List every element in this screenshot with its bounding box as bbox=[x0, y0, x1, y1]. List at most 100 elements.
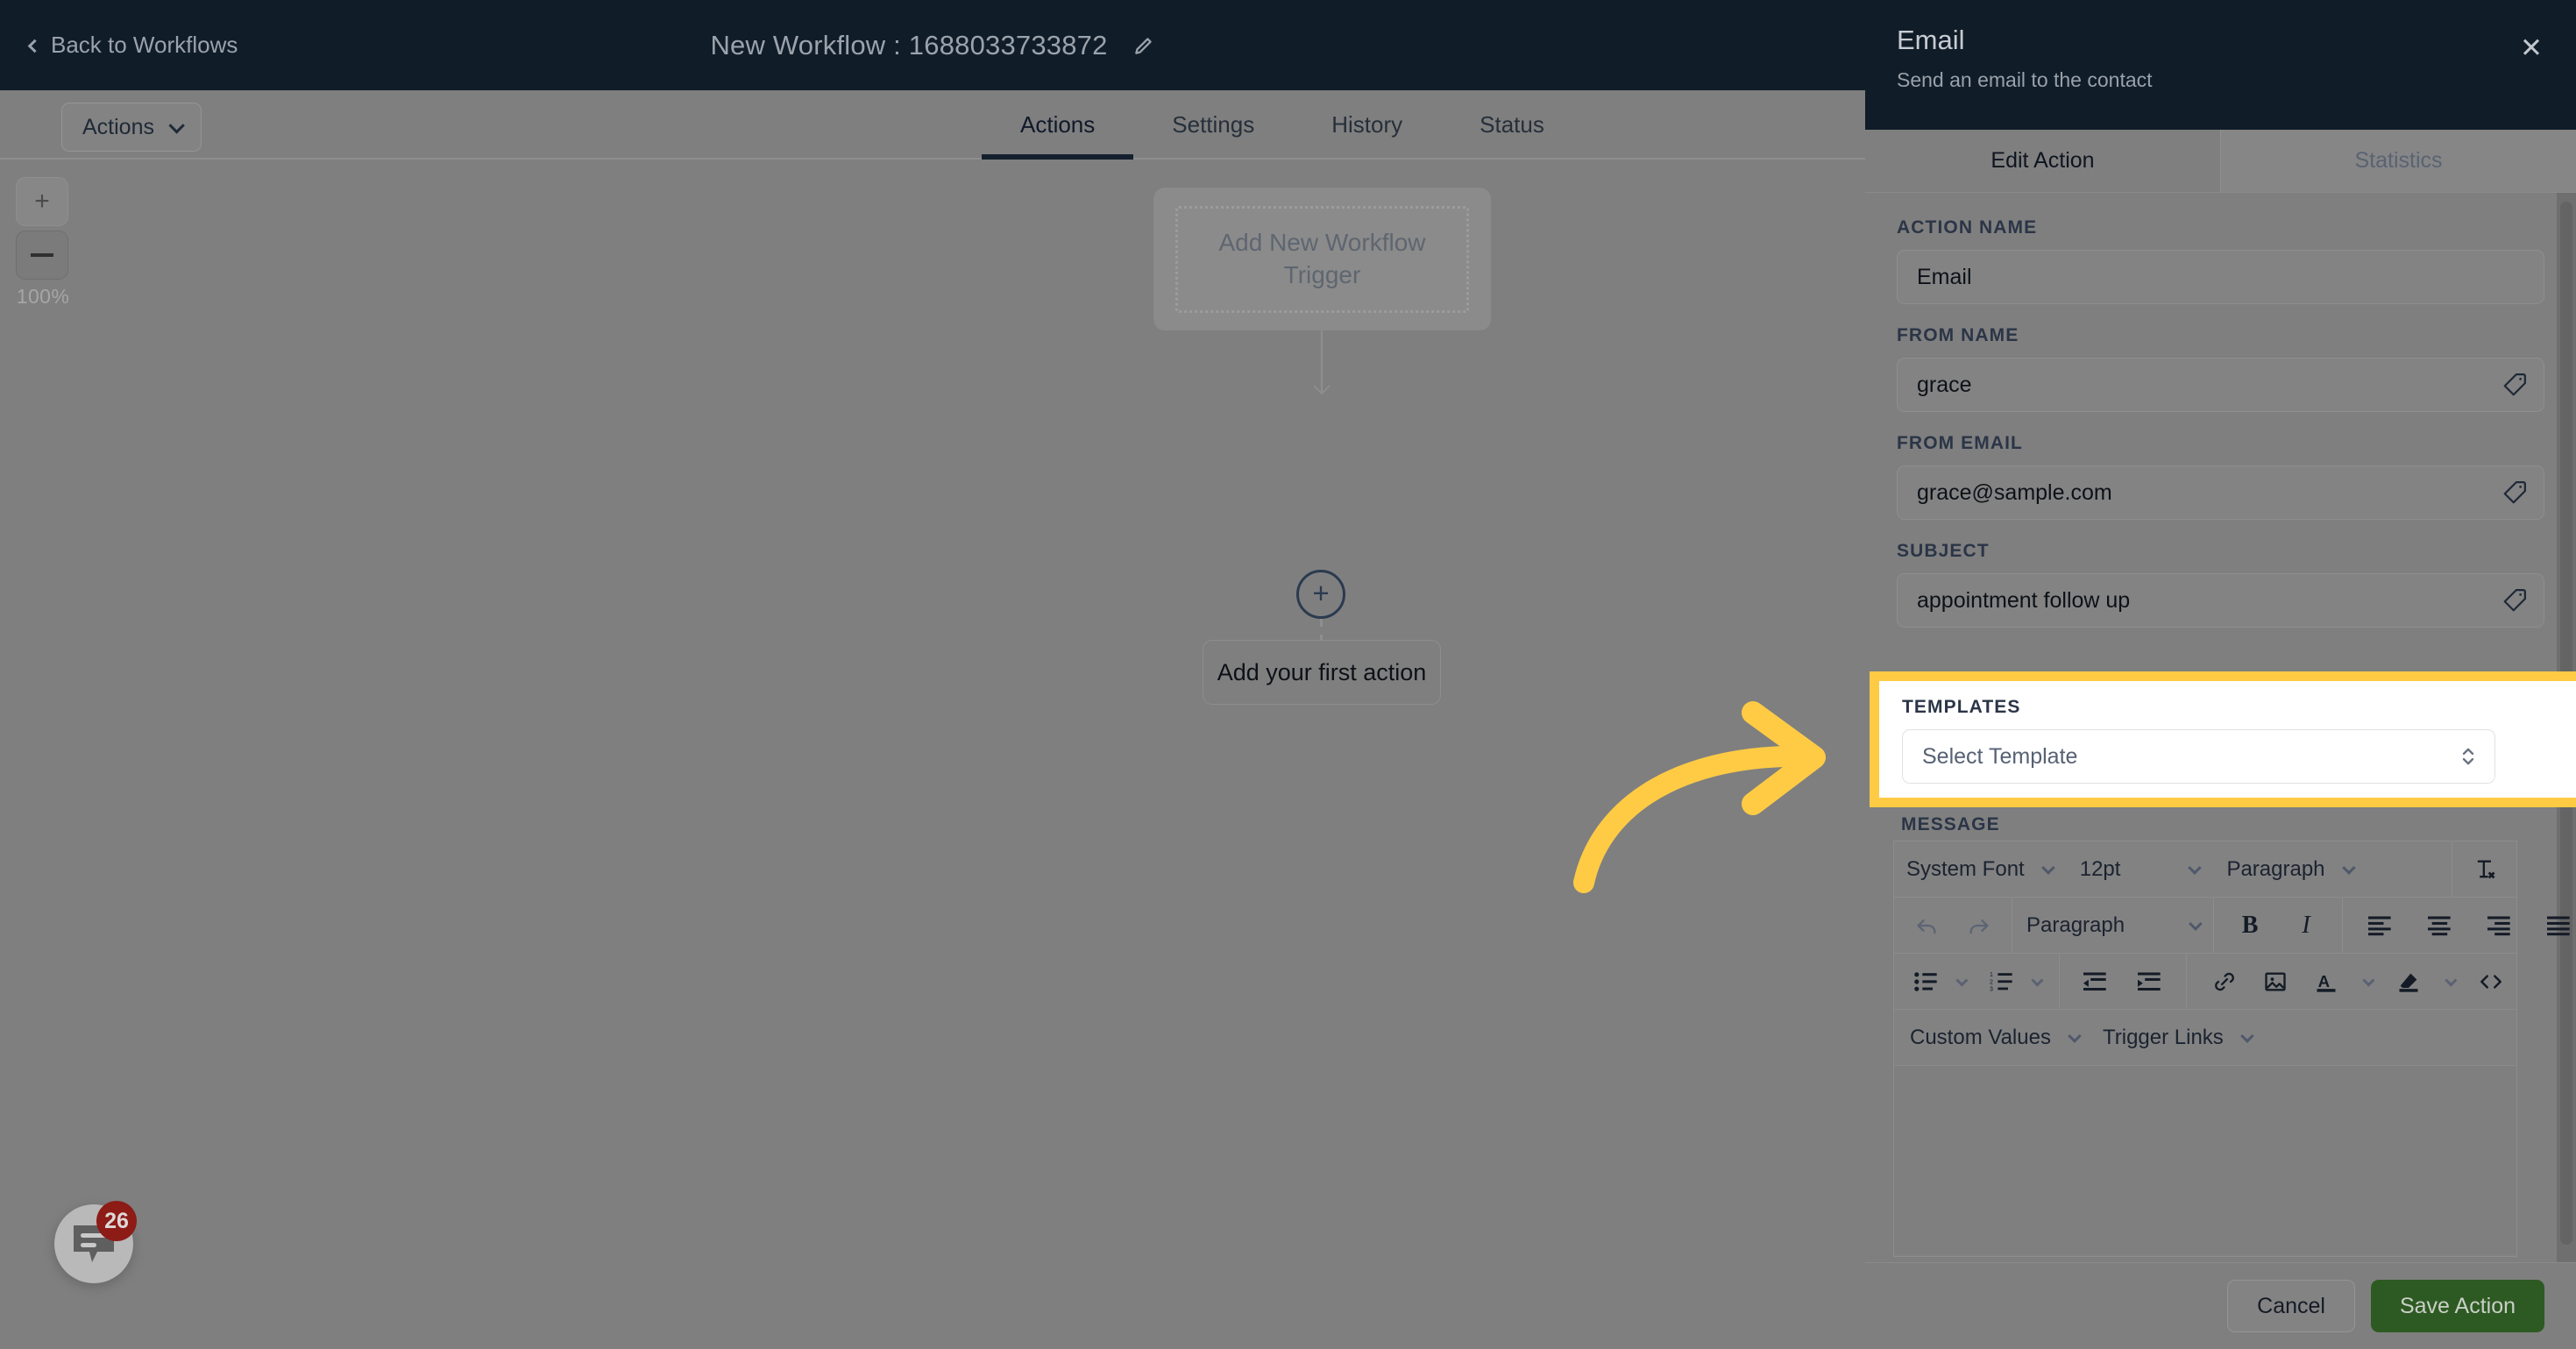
tab-edit-action[interactable]: Edit Action bbox=[1865, 130, 2220, 192]
minus-icon bbox=[31, 253, 53, 257]
tab-label: Statistics bbox=[2354, 148, 2443, 173]
align-center-icon[interactable] bbox=[2420, 905, 2460, 946]
trigger-links-label: Trigger Links bbox=[2102, 1025, 2224, 1049]
link-icon[interactable] bbox=[2204, 962, 2245, 1002]
text-color-icon[interactable]: A bbox=[2306, 962, 2346, 1002]
outdent-icon[interactable] bbox=[2076, 962, 2116, 1002]
bold-button[interactable]: B bbox=[2230, 905, 2270, 946]
custom-values-dropdown[interactable]: Custom Values bbox=[1910, 1026, 2082, 1050]
chevron-left-icon bbox=[27, 39, 42, 53]
align-left-icon[interactable] bbox=[2360, 905, 2401, 946]
trigger-links-dropdown[interactable]: Trigger Links bbox=[2102, 1025, 2254, 1050]
save-action-button[interactable]: Save Action bbox=[2370, 1280, 2544, 1332]
actions-dropdown-button[interactable]: Actions bbox=[61, 103, 202, 152]
template-select-value: Select Template bbox=[1922, 743, 2078, 769]
add-action-node-button[interactable]: + bbox=[1296, 570, 1345, 619]
editor-toolbar-row-3: 1 2 3 A bbox=[1894, 954, 2516, 1010]
bold-label: B bbox=[2241, 911, 2259, 939]
back-to-workflows-link[interactable]: Back to Workflows bbox=[27, 0, 238, 90]
chevron-down-icon bbox=[2040, 861, 2055, 875]
message-rich-text-editor: System Font 12pt Paragraph Paragraph B I… bbox=[1893, 841, 2570, 1257]
panel-title: Email bbox=[1897, 25, 1965, 55]
font-family-value: System Font bbox=[1906, 856, 2025, 881]
tab-history[interactable]: History bbox=[1293, 90, 1441, 160]
tab-statistics[interactable]: Statistics bbox=[2220, 130, 2576, 192]
workflow-canvas[interactable]: + 100% Add New Workflow Trigger + Add yo… bbox=[0, 160, 1865, 1349]
tab-actions[interactable]: Actions bbox=[982, 90, 1134, 160]
font-family-select[interactable]: System Font bbox=[1906, 856, 2055, 882]
block-format-select[interactable]: Paragraph bbox=[2026, 912, 2203, 938]
tab-settings[interactable]: Settings bbox=[1133, 90, 1293, 160]
tab-label: History bbox=[1331, 111, 1403, 138]
cancel-label: Cancel bbox=[2257, 1293, 2325, 1318]
from-email-input[interactable]: grace@sample.com bbox=[1897, 465, 2544, 520]
message-body-textarea[interactable] bbox=[1894, 1066, 2516, 1254]
font-size-value: 12pt bbox=[2079, 856, 2121, 881]
from-name-input[interactable]: grace bbox=[1897, 358, 2544, 412]
panel-header: Email Send an email to the contact ✕ bbox=[1865, 0, 2576, 130]
templates-label: TEMPLATES bbox=[1902, 697, 2021, 717]
templates-section-highlight: TEMPLATES Select Template bbox=[1870, 671, 2576, 807]
pencil-icon[interactable] bbox=[1132, 34, 1155, 57]
panel-tab-list: Edit Action Statistics bbox=[1865, 130, 2576, 193]
font-size-select[interactable]: 12pt bbox=[2079, 856, 2203, 882]
clear-formatting-icon[interactable] bbox=[2465, 849, 2504, 890]
redo-icon[interactable] bbox=[1959, 905, 1999, 946]
highlight-color-icon[interactable] bbox=[2388, 962, 2429, 1002]
tab-label: Actions bbox=[1020, 111, 1096, 138]
italic-button[interactable]: I bbox=[2286, 905, 2326, 946]
svg-text:3: 3 bbox=[1990, 986, 1993, 992]
add-first-action-card[interactable]: Add your first action bbox=[1203, 640, 1441, 705]
workflow-trigger-card[interactable]: Add New Workflow Trigger bbox=[1153, 188, 1491, 330]
italic-label: I bbox=[2302, 911, 2310, 939]
subject-label: SUBJECT bbox=[1897, 541, 1990, 561]
template-select[interactable]: Select Template bbox=[1902, 729, 2495, 784]
bullet-list-icon[interactable] bbox=[1906, 962, 1947, 1002]
chevron-down-icon bbox=[2188, 861, 2203, 875]
chevron-down-icon bbox=[2239, 1029, 2254, 1043]
chevron-down-icon bbox=[168, 117, 185, 134]
action-name-input[interactable]: Email bbox=[1897, 250, 2544, 304]
message-label: MESSAGE bbox=[1901, 814, 2000, 834]
cancel-button[interactable]: Cancel bbox=[2227, 1280, 2355, 1332]
subject-input[interactable]: appointment follow up bbox=[1897, 573, 2544, 628]
indent-icon[interactable] bbox=[2130, 962, 2170, 1002]
numbered-list-icon[interactable]: 1 2 3 bbox=[1982, 962, 2022, 1002]
save-label: Save Action bbox=[2399, 1293, 2516, 1318]
chat-support-widget[interactable]: 26 bbox=[54, 1201, 137, 1283]
zoom-out-button[interactable] bbox=[16, 231, 68, 280]
tag-icon[interactable] bbox=[2501, 587, 2528, 614]
block-format-value: Paragraph bbox=[2026, 912, 2125, 937]
undo-icon[interactable] bbox=[1906, 905, 1947, 946]
zoom-level-label: 100% bbox=[16, 285, 70, 308]
tab-status[interactable]: Status bbox=[1441, 90, 1583, 160]
page-title: New Workflow : 1688033733872 bbox=[710, 29, 1108, 60]
source-code-icon[interactable] bbox=[2471, 962, 2511, 1002]
image-icon[interactable] bbox=[2255, 962, 2296, 1002]
highlight-color-chevron-down-icon[interactable] bbox=[2439, 962, 2460, 1002]
templates-section: TEMPLATES Select Template bbox=[1879, 681, 2576, 798]
text-color-chevron-down-icon[interactable] bbox=[2357, 962, 2378, 1002]
close-icon[interactable]: ✕ bbox=[2516, 33, 2546, 63]
svg-text:1: 1 bbox=[1990, 972, 1993, 978]
panel-footer: Cancel Save Action bbox=[1865, 1262, 2576, 1349]
editor-toolbar-row-2: Paragraph B I bbox=[1894, 898, 2570, 954]
plus-circle-icon: + bbox=[1312, 577, 1330, 609]
connector-line-top bbox=[1321, 330, 1323, 392]
input-value: appointment follow up bbox=[1917, 587, 2131, 613]
plus-icon: + bbox=[34, 187, 50, 216]
bullet-list-options-chevron-down-icon[interactable] bbox=[1950, 962, 1971, 1002]
align-right-icon[interactable] bbox=[2480, 905, 2520, 946]
tag-icon[interactable] bbox=[2501, 479, 2528, 506]
workflow-tab-strip: Actions Actions Settings History Status bbox=[0, 90, 1865, 160]
block-format-select-top[interactable]: Paragraph bbox=[2226, 856, 2356, 882]
trigger-card-label: Add New Workflow Trigger bbox=[1175, 205, 1469, 313]
numbered-list-options-chevron-down-icon[interactable] bbox=[2026, 962, 2047, 1002]
zoom-in-button[interactable]: + bbox=[16, 177, 68, 226]
align-justify-icon[interactable] bbox=[2539, 905, 2576, 946]
input-value: Email bbox=[1917, 264, 1972, 289]
panel-subtitle: Send an email to the contact bbox=[1897, 68, 2153, 91]
input-value: grace bbox=[1917, 372, 1972, 397]
tag-icon[interactable] bbox=[2501, 372, 2528, 398]
block-format-value: Paragraph bbox=[2226, 856, 2325, 881]
